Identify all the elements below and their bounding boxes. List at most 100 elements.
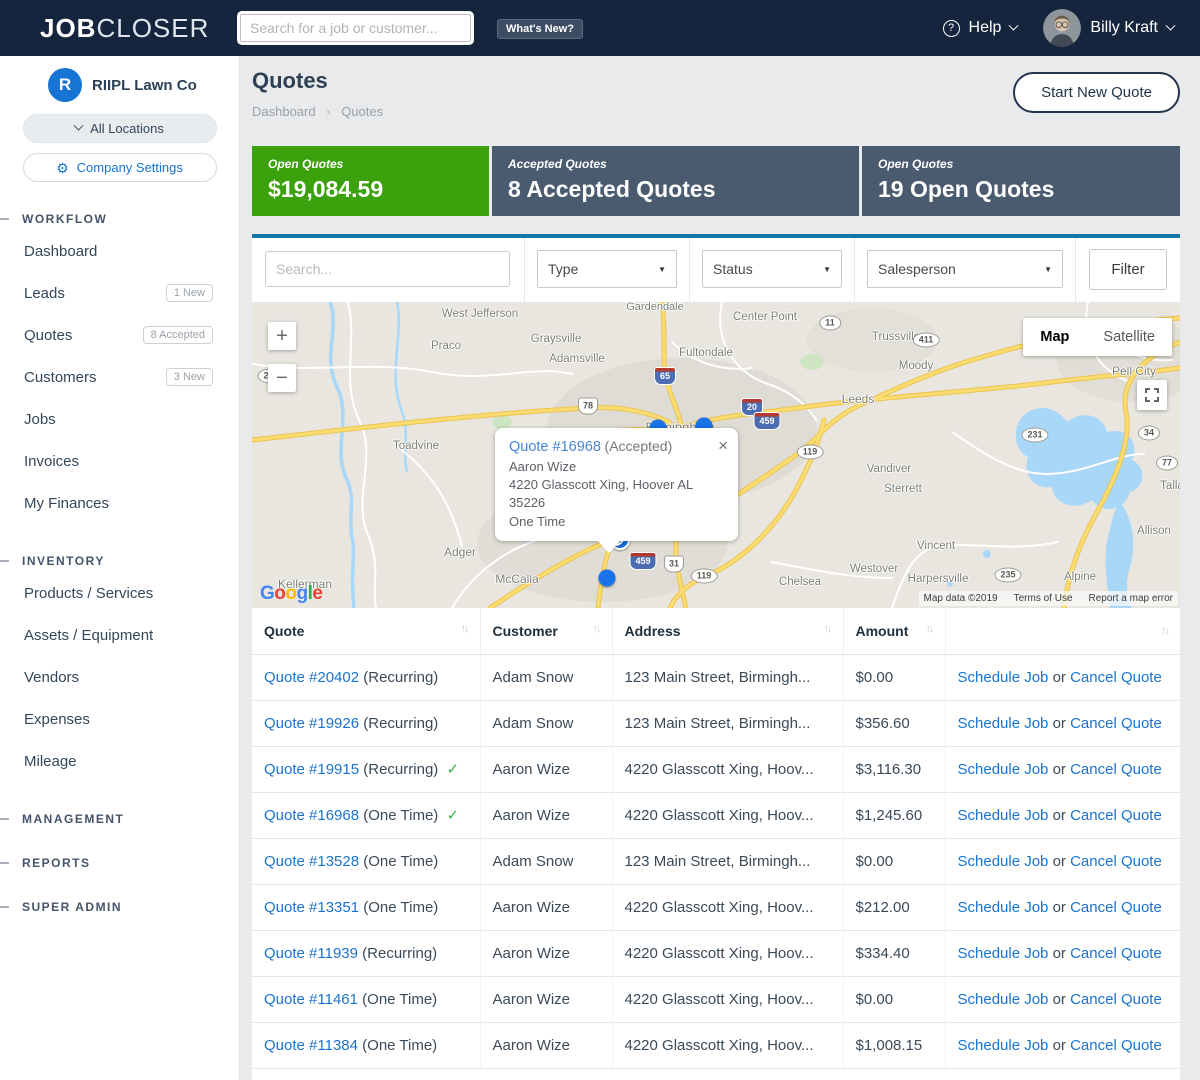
map-infowindow: × Quote #16968 (Accepted) Aaron Wize 422… bbox=[495, 428, 738, 541]
sidebar-nav: WORKFLOWDashboardLeads1 NewQuotes8 Accep… bbox=[0, 212, 239, 914]
page-title: Quotes bbox=[252, 68, 328, 94]
sidebar-item-leads[interactable]: Leads1 New bbox=[24, 272, 213, 314]
schedule-job-link[interactable]: Schedule Job bbox=[958, 991, 1049, 1008]
schedule-job-link[interactable]: Schedule Job bbox=[958, 669, 1049, 686]
sort-icon[interactable]: ↑↓ bbox=[593, 623, 600, 635]
sidebar-item-jobs[interactable]: Jobs bbox=[24, 398, 213, 440]
schedule-job-link[interactable]: Schedule Job bbox=[958, 899, 1049, 916]
schedule-job-link[interactable]: Schedule Job bbox=[958, 853, 1049, 870]
sort-icon[interactable]: ↑↓ bbox=[1161, 625, 1168, 637]
cancel-quote-link[interactable]: Cancel Quote bbox=[1070, 945, 1162, 962]
map-type-satellite-button[interactable]: Satellite bbox=[1086, 318, 1172, 356]
column-header-customer[interactable]: ↑↓Customer bbox=[480, 608, 612, 654]
map-zoom-out-button[interactable]: − bbox=[268, 364, 296, 392]
map-route-shield: 65 bbox=[654, 367, 676, 385]
caret-down-icon: ▼ bbox=[1044, 265, 1052, 274]
sidebar-item-quotes[interactable]: Quotes8 Accepted bbox=[24, 314, 213, 356]
customer-cell: Adam Snow bbox=[480, 654, 612, 700]
map-fullscreen-button[interactable] bbox=[1137, 380, 1167, 410]
sidebar-item-label: Mileage bbox=[24, 753, 77, 770]
sort-icon[interactable]: ↑↓ bbox=[926, 623, 933, 635]
type-select[interactable]: Type ▼ bbox=[537, 250, 677, 288]
help-menu[interactable]: ? Help bbox=[943, 19, 1018, 37]
schedule-job-link[interactable]: Schedule Job bbox=[958, 715, 1049, 732]
cancel-quote-link[interactable]: Cancel Quote bbox=[1070, 807, 1162, 824]
cancel-quote-link[interactable]: Cancel Quote bbox=[1070, 853, 1162, 870]
company-settings-label: Company Settings bbox=[77, 160, 183, 175]
schedule-job-link[interactable]: Schedule Job bbox=[958, 761, 1049, 778]
sidebar-item-mileage[interactable]: Mileage bbox=[24, 740, 213, 782]
status-select[interactable]: Status ▼ bbox=[702, 250, 842, 288]
quote-link[interactable]: Quote #16968 bbox=[264, 807, 359, 824]
column-header-amount[interactable]: ↑↓Amount bbox=[843, 608, 945, 654]
map-type-map-button[interactable]: Map bbox=[1023, 318, 1086, 356]
quotes-map[interactable]: GardendaleWest JeffersonCenter PointTrus… bbox=[252, 302, 1180, 608]
sort-icon[interactable]: ↑↓ bbox=[461, 623, 468, 635]
map-marker[interactable] bbox=[599, 570, 616, 587]
breadcrumb-dashboard[interactable]: Dashboard bbox=[252, 104, 316, 119]
map-town-label: Gardendale bbox=[626, 302, 684, 313]
column-header-address[interactable]: ↑↓Address bbox=[612, 608, 843, 654]
sidebar-item-customers[interactable]: Customers3 New bbox=[24, 356, 213, 398]
start-new-quote-button[interactable]: Start New Quote bbox=[1013, 72, 1180, 113]
terms-of-use-link[interactable]: Terms of Use bbox=[1014, 593, 1073, 604]
address-cell: 123 Main Street, Birmingh... bbox=[612, 654, 843, 700]
sort-icon[interactable]: ↑↓ bbox=[824, 623, 831, 635]
map-route-shield: 77 bbox=[1156, 456, 1178, 471]
map-route-shield: 235 bbox=[994, 568, 1021, 583]
user-menu[interactable]: Billy Kraft bbox=[1043, 9, 1174, 47]
cancel-quote-link[interactable]: Cancel Quote bbox=[1070, 991, 1162, 1008]
filter-button[interactable]: Filter bbox=[1089, 249, 1167, 290]
map-data-copyright: Map data ©2019 bbox=[924, 593, 998, 604]
quote-link[interactable]: Quote #20402 bbox=[264, 669, 359, 686]
location-selector[interactable]: All Locations bbox=[23, 114, 217, 143]
report-map-error-link[interactable]: Report a map error bbox=[1089, 593, 1173, 604]
schedule-job-link[interactable]: Schedule Job bbox=[958, 807, 1049, 824]
infowindow-quote-link[interactable]: Quote #16968 bbox=[509, 439, 601, 455]
sidebar-item-vendors[interactable]: Vendors bbox=[24, 656, 213, 698]
quote-link[interactable]: Quote #11384 bbox=[264, 1037, 358, 1054]
column-header-actions[interactable]: ↑↓ bbox=[945, 608, 1180, 654]
sidebar-item-my-finances[interactable]: My Finances bbox=[24, 482, 213, 524]
schedule-job-link[interactable]: Schedule Job bbox=[958, 1037, 1049, 1054]
stat-card-open-quotes-amount[interactable]: Open Quotes $19,084.59 bbox=[252, 146, 489, 216]
sidebar-item-assets-equipment[interactable]: Assets / Equipment bbox=[24, 614, 213, 656]
quote-link[interactable]: Quote #13351 bbox=[264, 899, 359, 916]
map-zoom-in-button[interactable]: + bbox=[268, 322, 296, 350]
global-search-input[interactable] bbox=[237, 11, 474, 45]
quote-link[interactable]: Quote #11939 bbox=[264, 945, 358, 962]
sidebar-item-expenses[interactable]: Expenses bbox=[24, 698, 213, 740]
quote-type: (One Time) bbox=[358, 991, 437, 1008]
stat-card-accepted-quotes[interactable]: Accepted Quotes 8 Accepted Quotes bbox=[492, 146, 859, 216]
quote-link[interactable]: Quote #19926 bbox=[264, 715, 359, 732]
salesperson-select[interactable]: Salesperson ▼ bbox=[867, 250, 1063, 288]
quote-link[interactable]: Quote #11461 bbox=[264, 991, 358, 1008]
cancel-quote-link[interactable]: Cancel Quote bbox=[1070, 715, 1162, 732]
sidebar: R RIIPL Lawn Co All Locations ⚙ Company … bbox=[0, 56, 240, 1080]
cancel-quote-link[interactable]: Cancel Quote bbox=[1070, 1037, 1162, 1054]
quote-link[interactable]: Quote #13528 bbox=[264, 853, 359, 870]
quote-link[interactable]: Quote #19915 bbox=[264, 761, 359, 778]
sidebar-item-dashboard[interactable]: Dashboard bbox=[24, 230, 213, 272]
cancel-quote-link[interactable]: Cancel Quote bbox=[1070, 761, 1162, 778]
column-header-quote[interactable]: ↑↓Quote bbox=[252, 608, 480, 654]
sidebar-item-invoices[interactable]: Invoices bbox=[24, 440, 213, 482]
actions-or: or bbox=[1048, 899, 1070, 916]
cancel-quote-link[interactable]: Cancel Quote bbox=[1070, 899, 1162, 916]
map-town-label: Leeds bbox=[842, 392, 875, 406]
map-type-control: Map Satellite bbox=[1023, 318, 1172, 356]
app-logo[interactable]: JOBCLOSER bbox=[40, 13, 209, 44]
cancel-quote-link[interactable]: Cancel Quote bbox=[1070, 669, 1162, 686]
infowindow-status: (Accepted) bbox=[605, 438, 673, 454]
customer-cell: Aaron Wize bbox=[480, 930, 612, 976]
map-town-label: Alpine bbox=[1064, 571, 1096, 583]
stat-card-open-quotes-count[interactable]: Open Quotes 19 Open Quotes bbox=[862, 146, 1180, 216]
company-settings-button[interactable]: ⚙ Company Settings bbox=[23, 153, 217, 182]
table-row: Quote #11384 (One Time)Aaron Wize4220 Gl… bbox=[252, 1022, 1180, 1068]
schedule-job-link[interactable]: Schedule Job bbox=[958, 945, 1049, 962]
whats-new-button[interactable]: What's New? bbox=[497, 19, 583, 39]
filter-divider bbox=[689, 238, 690, 302]
sidebar-item-products-services[interactable]: Products / Services bbox=[24, 572, 213, 614]
quotes-search-input[interactable] bbox=[265, 251, 510, 287]
infowindow-close-icon[interactable]: × bbox=[718, 434, 728, 458]
